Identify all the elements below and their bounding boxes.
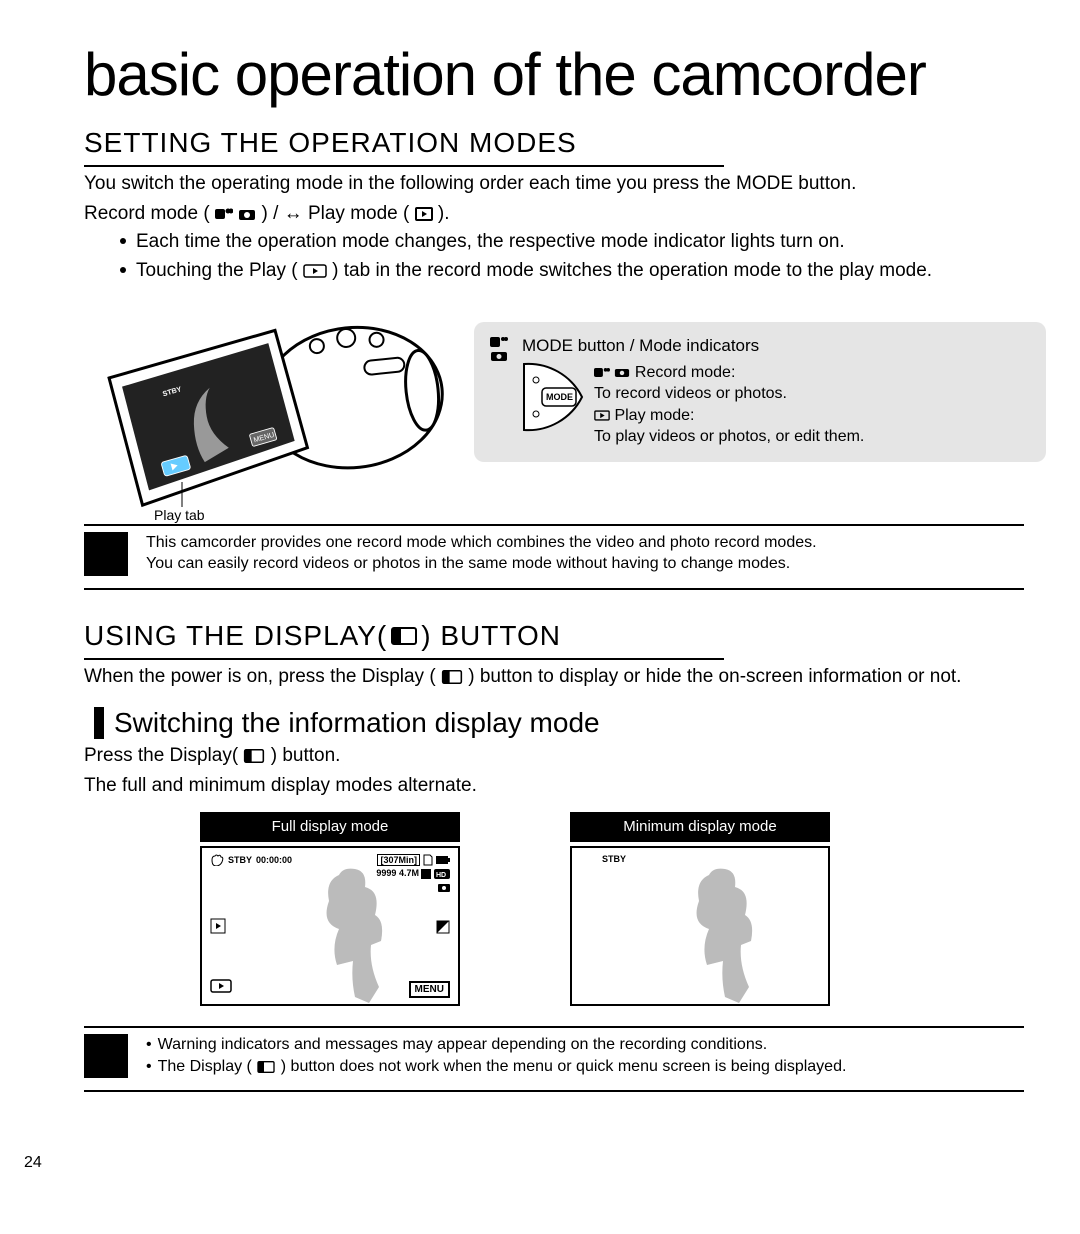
display-icon [391,627,417,645]
heading-display-button: USING THE DISPLAY( ) BUTTON [84,620,724,660]
mode-button-graphic: MODE [522,362,584,432]
display-mode-figures: Full display mode STBY 00:00:00 [307Min] [200,812,1080,1006]
person-icon [421,869,431,879]
contrast-icon [436,920,450,934]
note-icon [84,1034,128,1078]
camera-icon [490,350,508,362]
full-display-screen: STBY 00:00:00 [307Min] 9999 4.7M HD [200,846,460,1006]
card-icon [423,854,433,866]
note-block: •Warning indicators and messages may app… [84,1034,1024,1078]
mode-button-label: MODE [546,392,573,402]
note-block: This camcorder provides one record mode … [84,532,1024,576]
divider [84,1090,1024,1092]
page-number: 24 [24,1154,42,1172]
display-icon [441,670,463,684]
body-text: You switch the operating mode in the fol… [84,171,1024,197]
full-display-title: Full display mode [200,812,460,842]
svg-text:HD: HD [436,872,446,879]
play-icon [594,410,610,421]
body-text: Press the Display( ) button. [84,743,1024,769]
hand-icon [210,854,224,866]
person-silhouette [670,864,770,1004]
video-icon [490,336,508,348]
note-icon [84,532,128,576]
divider [84,588,1024,590]
quick-menu-icon [210,918,226,934]
camera-icon [238,207,256,221]
play-tab-icon [303,264,327,278]
battery-icon [436,856,450,864]
bullet-item: Touching the Play ( ) tab in the record … [120,258,1020,284]
mode-info-box: MODE button / Mode indicators MODE [474,322,1046,462]
display-icon [256,1061,276,1073]
body-text: When the power is on, press the Display … [84,664,1024,690]
camera-icon [614,367,630,378]
page-title: basic operation of the camcorder [84,40,1080,109]
hd-icon: HD [434,869,450,879]
menu-button: MENU [409,981,450,998]
play-tab-icon [210,979,232,993]
video-icon [215,207,233,221]
camera-icon [438,882,450,892]
min-display-screen: STBY [570,846,830,1006]
bullet-item: Each time the operation mode changes, th… [120,229,1020,255]
divider [84,1026,1024,1028]
subheading-switching: Switching the information display mode [94,707,1080,739]
mode-sequence-line: Record mode ( ) / ↔ Play mode ( ). [84,201,1024,227]
play-tab-caption: Play tab [154,507,205,523]
body-text: The full and minimum display modes alter… [84,773,1024,799]
video-icon [594,367,610,378]
display-icon [243,749,265,763]
play-icon [415,207,433,221]
camcorder-figure: STBY MENU Play tab [84,302,444,512]
min-display-title: Minimum display mode [570,812,830,842]
heading-operation-modes: SETTING THE OPERATION MODES [84,127,724,167]
